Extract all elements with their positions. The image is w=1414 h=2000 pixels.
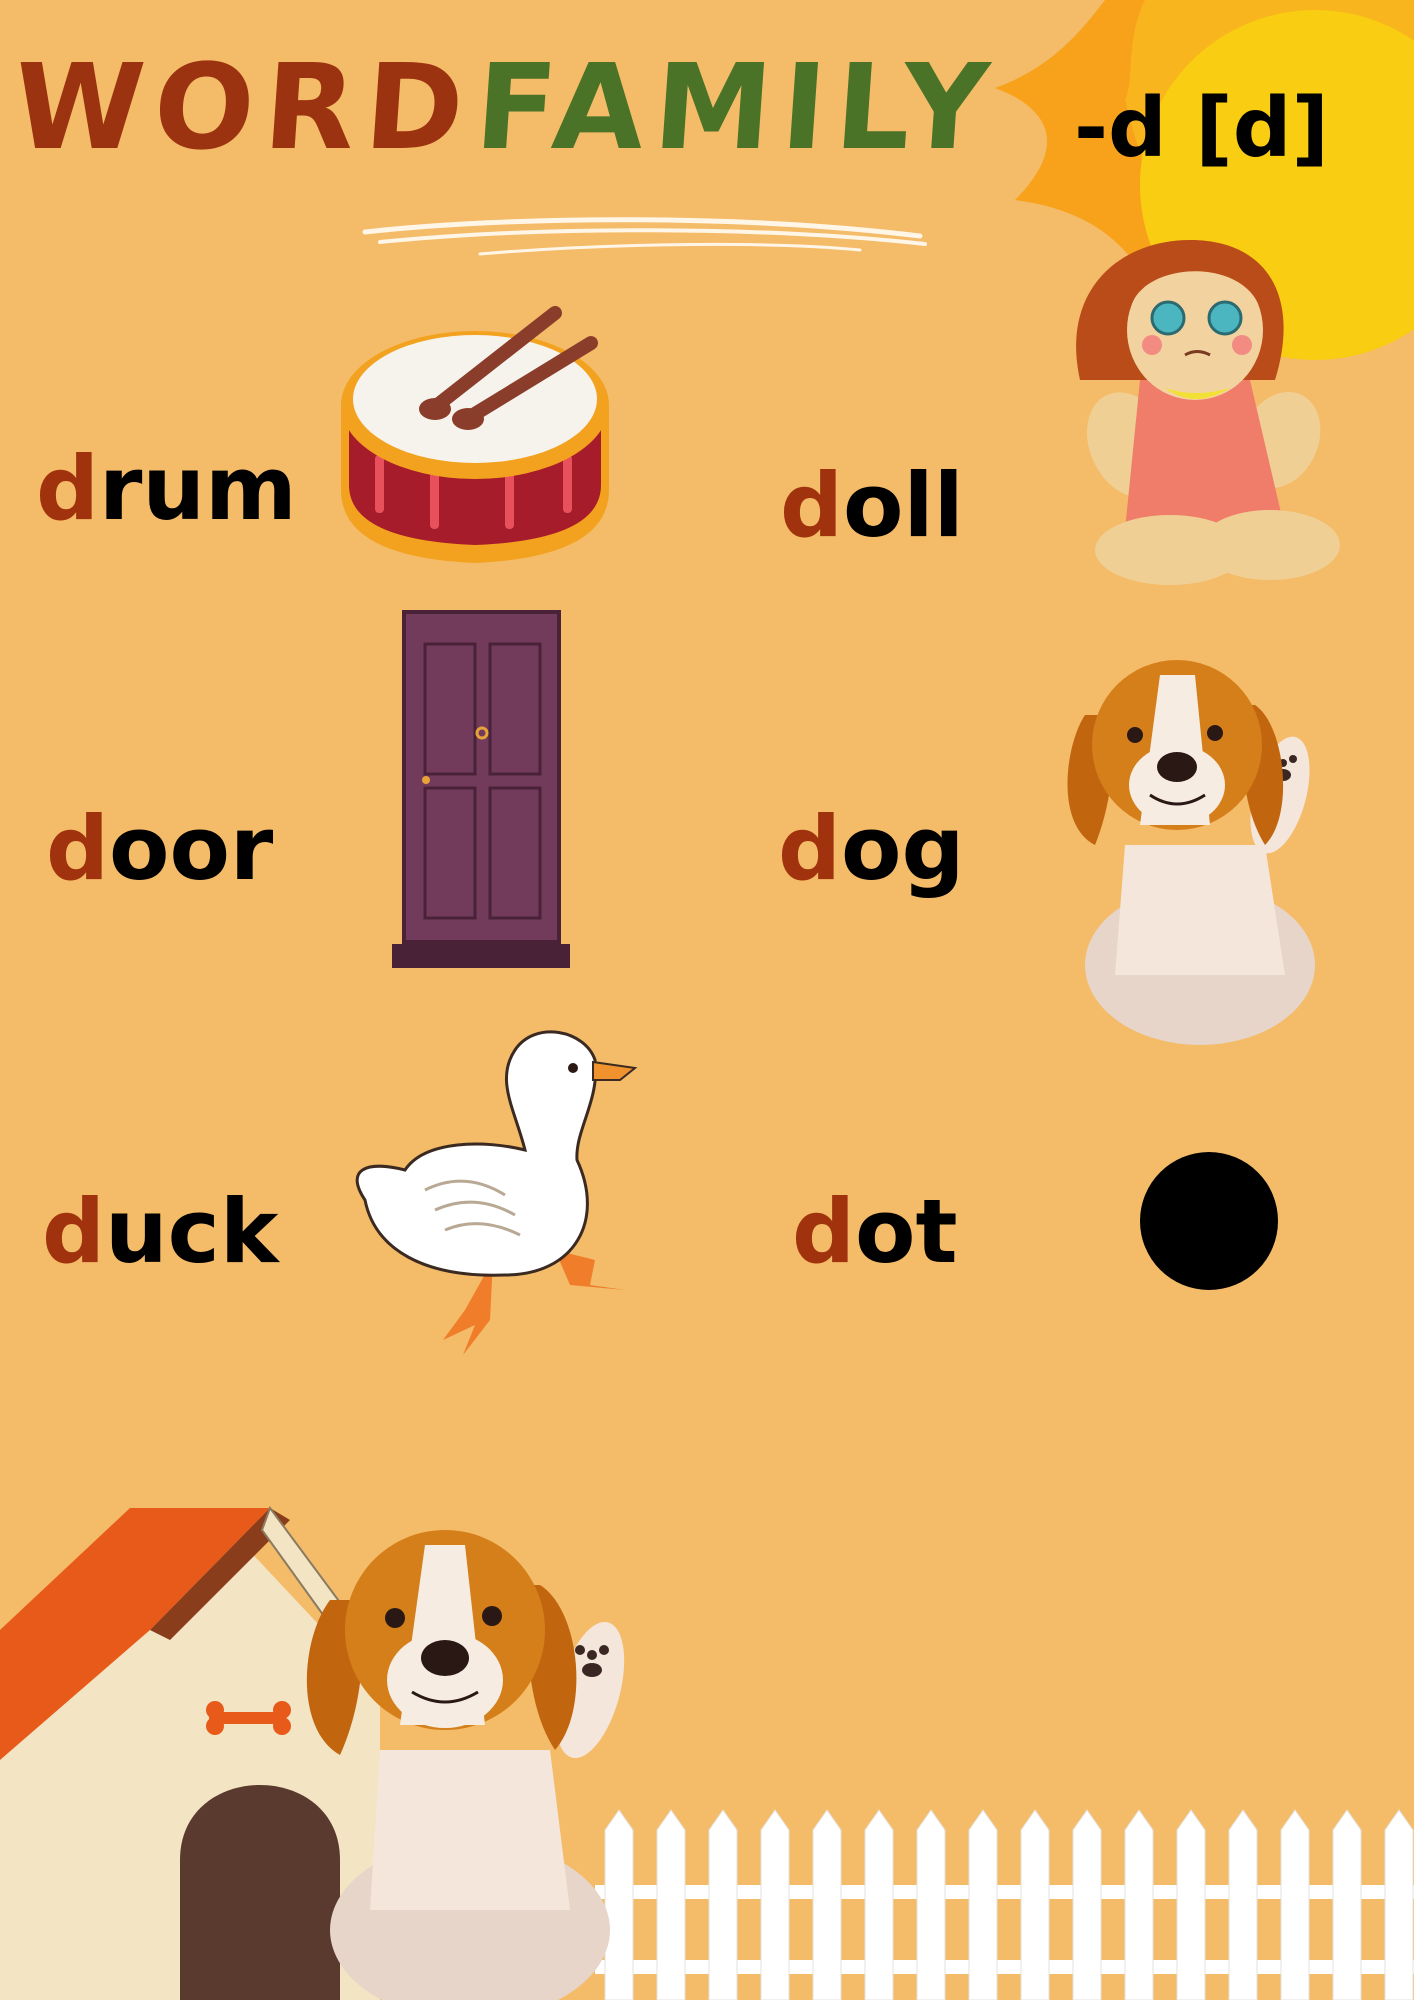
word-dog: dog (778, 805, 964, 893)
word-doll: doll (780, 462, 964, 550)
word-rest: ot (855, 1180, 958, 1283)
word-drum: drum (36, 445, 297, 533)
duck-icon (355, 1030, 638, 1355)
title-family: FAMILY (471, 38, 1003, 176)
word-first-letter: d (792, 1180, 855, 1283)
word-rest: uck (105, 1180, 279, 1283)
word-rest: rum (99, 437, 297, 540)
word-first-letter: d (780, 454, 843, 557)
word-rest: oll (843, 454, 964, 557)
word-first-letter: d (42, 1180, 105, 1283)
word-rest: og (841, 797, 965, 900)
word-rest: oor (109, 797, 274, 900)
word-first-letter: d (36, 437, 99, 540)
phonics-sound-label: -d [d] (1074, 81, 1329, 176)
dog-icon (1067, 660, 1315, 1045)
word-door: door (46, 805, 273, 893)
title-underline (362, 217, 927, 256)
worksheet-page: WORD FAMILY -d [d] drum doll door dog du… (0, 0, 1414, 2000)
dog-bottom-icon (306, 1530, 625, 2000)
word-first-letter: d (46, 797, 109, 900)
word-dot: dot (792, 1188, 958, 1276)
doll-icon (1076, 240, 1340, 585)
title-word: WORD (9, 38, 479, 176)
dot-icon (1140, 1152, 1278, 1290)
word-first-letter: d (778, 797, 841, 900)
drum-icon (341, 306, 609, 563)
word-duck: duck (42, 1188, 278, 1276)
door-icon (392, 610, 570, 968)
fence-icon (595, 1809, 1414, 2000)
